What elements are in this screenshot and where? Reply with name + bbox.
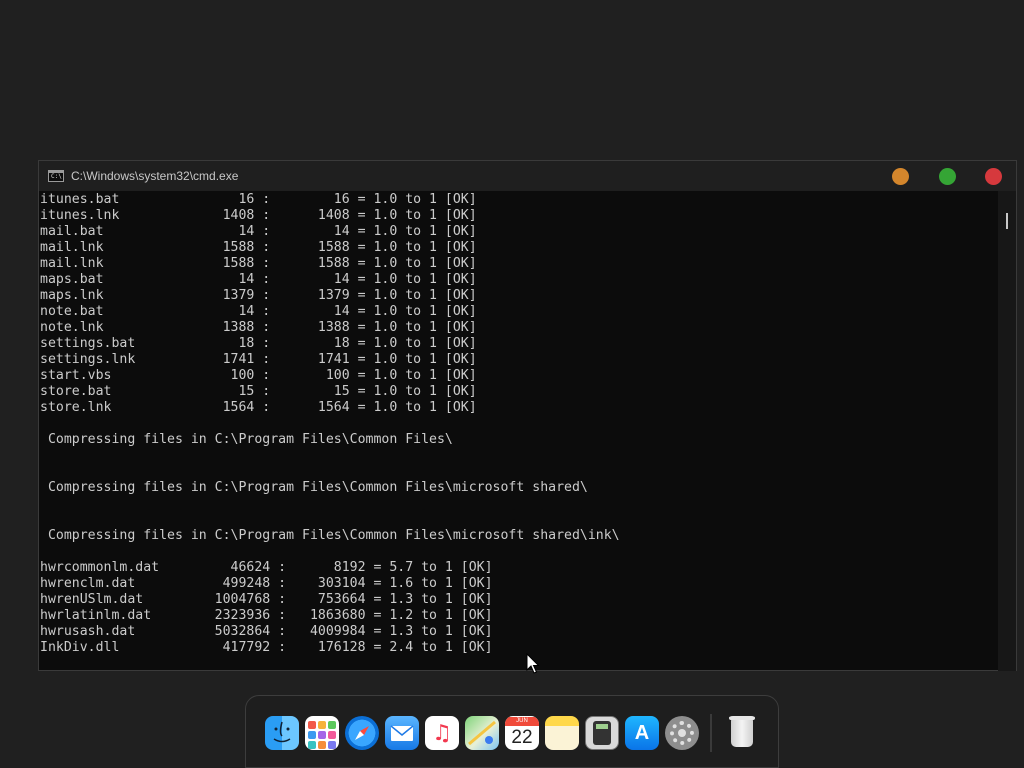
console-line: store.bat 15 : 15 = 1.0 to 1 [OK]: [40, 384, 477, 399]
cmd-icon: C:\: [48, 170, 64, 182]
terminal-window[interactable]: C:\ C:\Windows\system32\cmd.exe itunes.b…: [38, 160, 1017, 671]
notes-icon[interactable]: [545, 716, 579, 750]
maximize-button[interactable]: [939, 168, 956, 185]
console-line: itunes.bat 16 : 16 = 1.0 to 1 [OK]: [40, 192, 477, 207]
calculator-icon[interactable]: [585, 716, 619, 750]
app-store-icon[interactable]: A: [625, 716, 659, 750]
maps-icon[interactable]: [465, 716, 499, 750]
mouse-pointer-icon: [526, 653, 540, 674]
console-line: mail.lnk 1588 : 1588 = 1.0 to 1 [OK]: [40, 240, 477, 255]
console-line: start.vbs 100 : 100 = 1.0 to 1 [OK]: [40, 368, 477, 383]
trash-icon[interactable]: [725, 716, 759, 750]
dock-separator: [710, 714, 712, 752]
console-line: settings.lnk 1741 : 1741 = 1.0 to 1 [OK]: [40, 352, 477, 367]
music-icon[interactable]: ♫: [425, 716, 459, 750]
console-line: maps.bat 14 : 14 = 1.0 to 1 [OK]: [40, 272, 477, 287]
minimize-button[interactable]: [892, 168, 909, 185]
console-line: store.lnk 1564 : 1564 = 1.0 to 1 [OK]: [40, 400, 477, 415]
console-line: hwrcommonlm.dat 46624 : 8192 = 5.7 to 1 …: [40, 560, 493, 575]
console-line: settings.bat 18 : 18 = 1.0 to 1 [OK]: [40, 336, 477, 351]
scrollbar[interactable]: [998, 191, 1016, 671]
console-line: mail.bat 14 : 14 = 1.0 to 1 [OK]: [40, 224, 477, 239]
console-output[interactable]: itunes.bat 16 : 16 = 1.0 to 1 [OK] itunes…: [39, 191, 999, 671]
dock: ♫ JUN 22 A: [245, 695, 779, 768]
finder-icon[interactable]: [265, 716, 299, 750]
console-line: Compressing files in C:\Program Files\Co…: [40, 480, 588, 495]
console-line: hwrlatinlm.dat 2323936 : 1863680 = 1.2 t…: [40, 608, 493, 623]
mail-icon[interactable]: [385, 716, 419, 750]
safari-icon[interactable]: [345, 716, 379, 750]
launchpad-icon[interactable]: [305, 716, 339, 750]
console-line: hwrenUSlm.dat 1004768 : 753664 = 1.3 to …: [40, 592, 493, 607]
console-line: Compressing files in C:\Program Files\Co…: [40, 528, 620, 543]
calendar-icon[interactable]: JUN 22: [505, 716, 539, 750]
console-line: maps.lnk 1379 : 1379 = 1.0 to 1 [OK]: [40, 288, 477, 303]
console-line: hwrusash.dat 5032864 : 4009984 = 1.3 to …: [40, 624, 493, 639]
console-line: note.lnk 1388 : 1388 = 1.0 to 1 [OK]: [40, 320, 477, 335]
console-line: note.bat 14 : 14 = 1.0 to 1 [OK]: [40, 304, 477, 319]
console-line: InkDiv.dll 417792 : 176128 = 2.4 to 1 [O…: [40, 640, 493, 655]
scrollbar-thumb[interactable]: [1006, 213, 1008, 229]
title-bar[interactable]: C:\ C:\Windows\system32\cmd.exe: [39, 161, 1016, 191]
console-line: hwrenclm.dat 499248 : 303104 = 1.6 to 1 …: [40, 576, 493, 591]
close-button[interactable]: [985, 168, 1002, 185]
calendar-month: JUN: [505, 716, 539, 726]
calendar-day: 22: [511, 726, 533, 748]
settings-icon[interactable]: [665, 716, 699, 750]
console-line: mail.lnk 1588 : 1588 = 1.0 to 1 [OK]: [40, 256, 477, 271]
console-line: Compressing files in C:\Program Files\Co…: [40, 432, 453, 447]
console-text: itunes.bat 16 : 16 = 1.0 to 1 [OK] itunes…: [40, 192, 999, 656]
console-line: itunes.lnk 1408 : 1408 = 1.0 to 1 [OK]: [40, 208, 477, 223]
window-title: C:\Windows\system32\cmd.exe: [71, 169, 239, 183]
